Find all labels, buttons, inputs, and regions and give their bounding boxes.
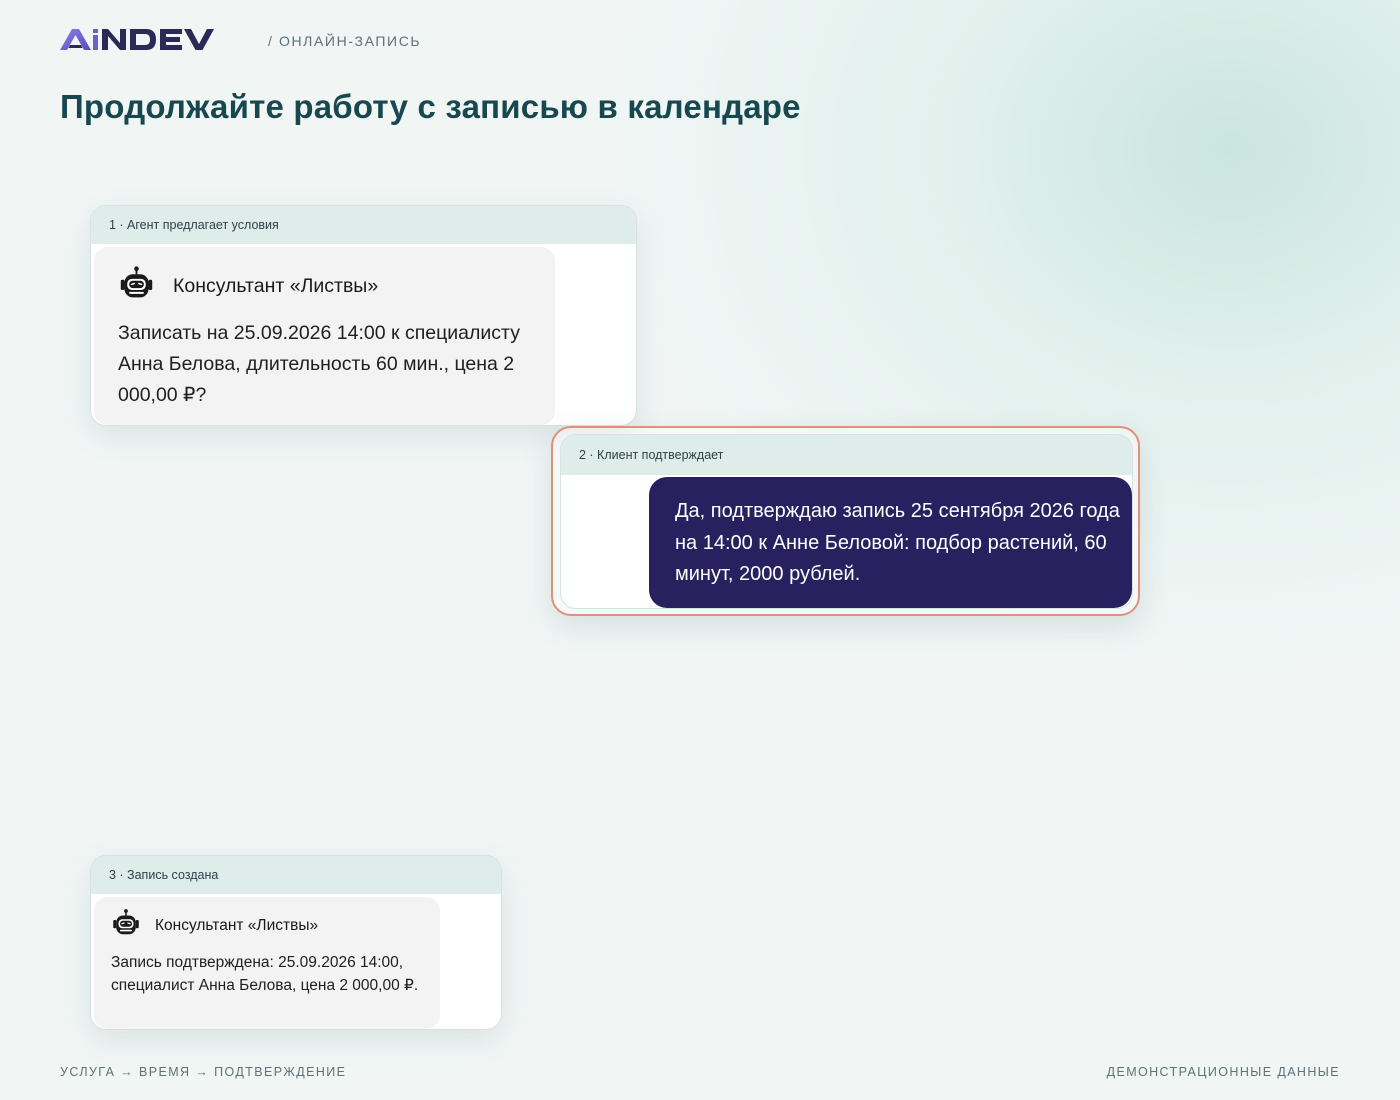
page-title: Продолжайте работу с записью в календаре <box>60 88 801 125</box>
footer-steps: УСЛУГА → ВРЕМЯ → ПОДТВЕРЖДЕНИЕ <box>60 1065 347 1079</box>
aindev-logo-mark <box>60 29 214 50</box>
breadcrumb: / ОНЛАЙН-ЗАПИСЬ <box>268 33 422 49</box>
agent-name: Консультант «Листвы» <box>155 916 319 934</box>
step-2-card: 2 · Клиент подтверждает Да, подтверждаю … <box>560 434 1133 609</box>
agent-row: Консультант «Листвы» <box>111 908 318 943</box>
agent-name: Консультант «Листвы» <box>173 274 379 297</box>
agent-message-bubble: Консультант «Листвы» Запись подтверждена… <box>94 897 440 1029</box>
agent-row: Консультант «Листвы» <box>118 265 378 307</box>
client-message-text: Да, подтверждаю запись 25 сентября 2026 … <box>675 500 1120 585</box>
step-3-card: 3 · Запись создана Консультант «Листвы» <box>90 855 502 1030</box>
aindev-logo[interactable] <box>60 26 240 56</box>
robot-icon <box>118 265 155 307</box>
step-1-card: 1 · Агент предлагает условия Консультант… <box>90 205 637 426</box>
agent-message-text: Запись подтверждена: 25.09.2026 14:00, с… <box>111 954 419 994</box>
agent-message-bubble: Консультант «Листвы» Записать на 25.09.2… <box>94 247 555 425</box>
agent-message-text: Записать на 25.09.2026 14:00 к специалис… <box>118 322 520 406</box>
header: / ОНЛАЙН-ЗАПИСЬ <box>60 26 421 56</box>
step-2-label: 2 · Клиент подтверждает <box>561 435 1132 475</box>
step-1-label: 1 · Агент предлагает условия <box>91 206 636 244</box>
step-3-label: 3 · Запись создана <box>91 856 501 894</box>
footer-demo-note: ДЕМОНСТРАЦИОННЫЕ ДАННЫЕ <box>1106 1065 1340 1079</box>
robot-icon <box>111 908 141 943</box>
client-message-bubble: Да, подтверждаю запись 25 сентября 2026 … <box>649 477 1132 608</box>
